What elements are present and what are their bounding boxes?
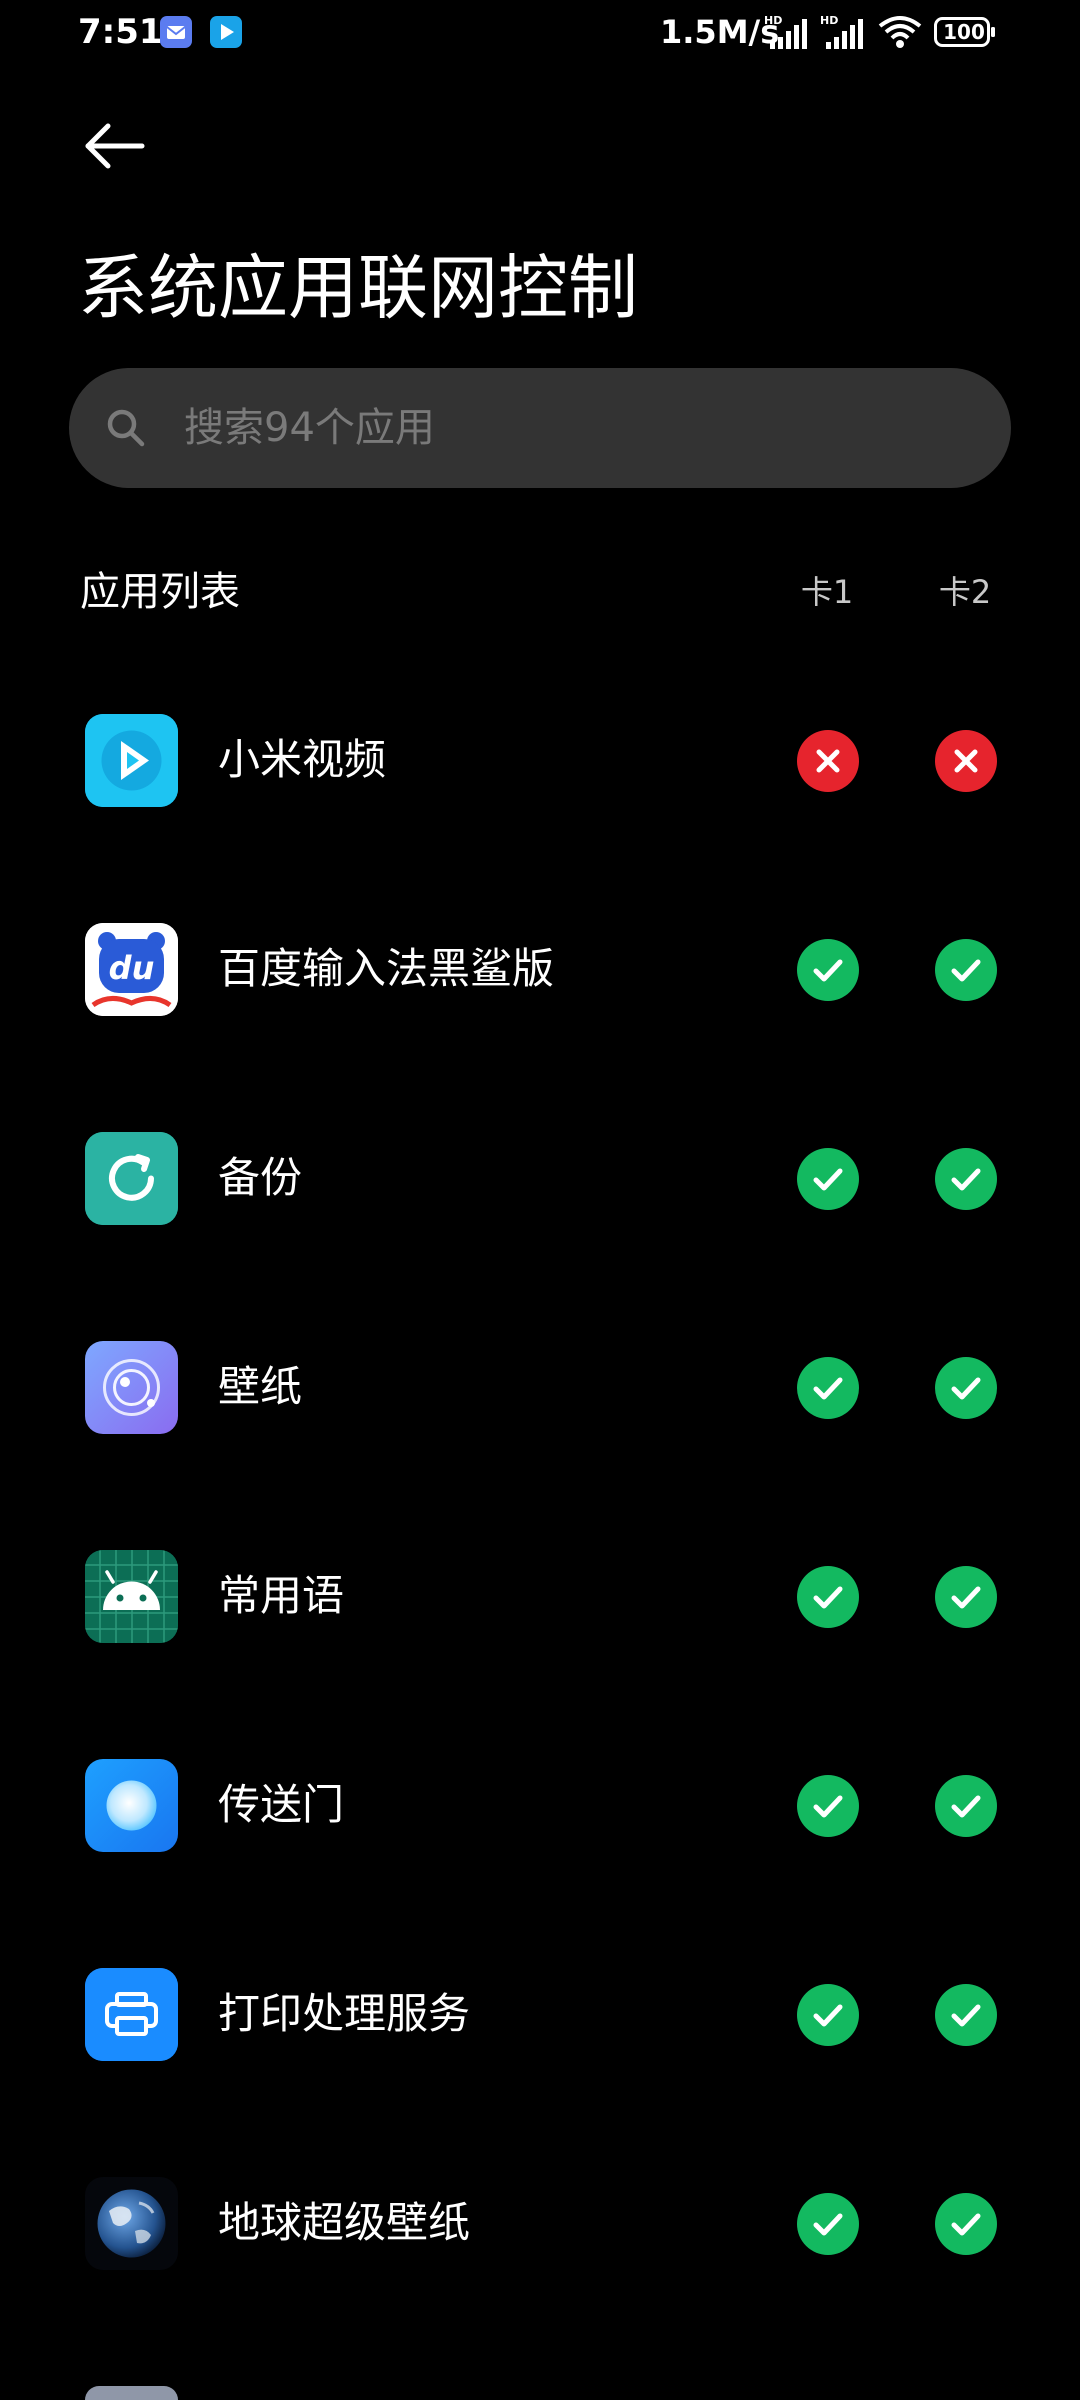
app-name: 小米视频 (218, 735, 387, 784)
sim2-network-toggle[interactable] (935, 1148, 997, 1210)
sim1-network-toggle[interactable] (797, 1566, 859, 1628)
sim2-network-toggle[interactable] (935, 1775, 997, 1837)
check-icon (813, 1168, 843, 1191)
search-icon (104, 406, 148, 450)
app-row: 小米视频 (0, 656, 1080, 865)
column-label-sim2: 卡2 (938, 573, 992, 611)
arrow-left-icon (85, 123, 145, 169)
page-title: 系统应用联网控制 (78, 247, 638, 329)
sim1-network-toggle[interactable] (797, 939, 859, 1001)
battery-level: 100 (943, 20, 985, 44)
app-row: 打印处理服务 (0, 1910, 1080, 2119)
check-icon (951, 1795, 981, 1818)
app-name: 壁纸 (218, 1362, 303, 1411)
network-speed: 1.5M/s (660, 13, 780, 51)
app-row: 常用语 (0, 1492, 1080, 1701)
svg-text:HD: HD (764, 14, 782, 27)
android-icon (85, 1550, 178, 1643)
earth-icon (85, 2177, 178, 2270)
sim1-network-toggle[interactable] (797, 1148, 859, 1210)
sim2-network-toggle[interactable] (935, 2193, 997, 2255)
check-icon (813, 1586, 843, 1609)
search-input[interactable] (184, 368, 984, 488)
sim2-network-toggle[interactable] (935, 1357, 997, 1419)
app-name: 常用语 (218, 1571, 345, 1620)
check-icon (813, 2213, 843, 2236)
sim2-network-toggle[interactable] (935, 939, 997, 1001)
app-name: 传送门 (218, 1780, 345, 1829)
check-icon (813, 1377, 843, 1400)
status-bar: 7:51 1.5M/s HD HD 100 (0, 0, 1080, 64)
status-time: 7:51 (78, 12, 163, 52)
app-row: 传送门 (0, 1701, 1080, 1910)
baidu-ime-icon: du (85, 923, 178, 1016)
app-name: 地球超级壁纸 (218, 2198, 471, 2247)
cross-icon (954, 749, 978, 773)
app-row: du 百度输入法黑鲨版 (0, 865, 1080, 1074)
check-icon (813, 959, 843, 982)
check-icon (951, 1377, 981, 1400)
check-icon (951, 2213, 981, 2236)
printer-icon (85, 1968, 178, 2061)
svg-text:HD: HD (820, 14, 838, 27)
check-icon (951, 2004, 981, 2027)
signal-hd-icon: HD (820, 14, 866, 50)
sim1-network-toggle[interactable] (797, 1357, 859, 1419)
portal-icon (85, 1759, 178, 1852)
check-icon (951, 1168, 981, 1191)
app-row: 壁纸 (0, 1283, 1080, 1492)
svg-text:du: du (109, 949, 155, 987)
app-list-title: 应用列表 (80, 569, 240, 615)
back-button[interactable] (78, 116, 154, 176)
sim1-network-toggle[interactable] (797, 2193, 859, 2255)
video-notification-icon (210, 16, 242, 48)
app-row: 备份 (0, 1074, 1080, 1283)
mail-app-icon (85, 2386, 178, 2400)
check-icon (813, 1795, 843, 1818)
wallpaper-icon (85, 1341, 178, 1434)
sim1-network-toggle[interactable] (797, 730, 859, 792)
backup-icon (85, 1132, 178, 1225)
column-label-sim1: 卡1 (800, 573, 854, 611)
mi-video-icon (85, 714, 178, 807)
app-name: 打印处理服务 (218, 1989, 471, 2038)
signal-hd-icon: HD (764, 14, 810, 50)
sim1-network-toggle[interactable] (797, 1775, 859, 1837)
check-icon (813, 2004, 843, 2027)
mail-notification-icon (160, 16, 192, 48)
cross-icon (816, 749, 840, 773)
sim1-network-toggle[interactable] (797, 1984, 859, 2046)
sim2-network-toggle[interactable] (935, 1566, 997, 1628)
wifi-icon (878, 14, 922, 50)
sim2-network-toggle[interactable] (935, 730, 997, 792)
app-name: 备份 (218, 1153, 303, 1202)
app-name: 百度输入法黑鲨版 (218, 944, 555, 993)
app-row: 地球超级壁纸 (0, 2119, 1080, 2328)
check-icon (951, 959, 981, 982)
check-icon (951, 1586, 981, 1609)
sim2-network-toggle[interactable] (935, 1984, 997, 2046)
